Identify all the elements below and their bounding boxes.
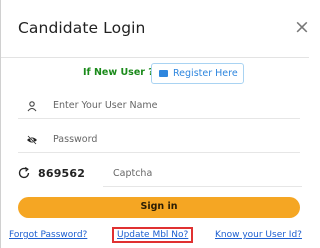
register-button-label: Register Here xyxy=(173,68,238,79)
sign-in-button-label: Sign in xyxy=(140,201,178,212)
sign-in-button[interactable]: Sign in xyxy=(18,197,300,218)
captcha-input[interactable]: Captcha xyxy=(103,164,302,187)
refresh-icon[interactable] xyxy=(17,166,31,180)
captcha-row: 869562 Captcha xyxy=(15,164,302,187)
new-user-label: If New User ? xyxy=(83,67,154,78)
update-mobile-link[interactable]: Update Mbl No? xyxy=(112,227,194,243)
new-user-row: If New User ? Register Here xyxy=(1,62,309,86)
user-icon xyxy=(27,101,37,112)
help-links: Forgot Password? Update Mbl No? Know you… xyxy=(1,226,309,248)
captcha-code: 869562 xyxy=(38,167,86,180)
password-placeholder: Password xyxy=(53,134,98,145)
dialog-title: Candidate Login xyxy=(18,19,146,37)
register-card-icon xyxy=(159,70,168,77)
username-placeholder: Enter Your User Name xyxy=(53,100,158,111)
eye-slash-icon xyxy=(27,135,37,145)
captcha-placeholder: Captcha xyxy=(113,168,153,179)
dialog-header: Candidate Login × xyxy=(1,0,310,58)
know-user-id-link[interactable]: Know your User Id? xyxy=(215,230,302,240)
close-icon[interactable]: × xyxy=(294,18,310,37)
password-field[interactable]: Password xyxy=(18,128,300,153)
username-field[interactable]: Enter Your User Name xyxy=(18,94,300,119)
forgot-password-link[interactable]: Forgot Password? xyxy=(9,230,87,240)
register-button[interactable]: Register Here xyxy=(151,63,244,84)
login-dialog: Candidate Login × If New User ? Register… xyxy=(0,0,310,248)
